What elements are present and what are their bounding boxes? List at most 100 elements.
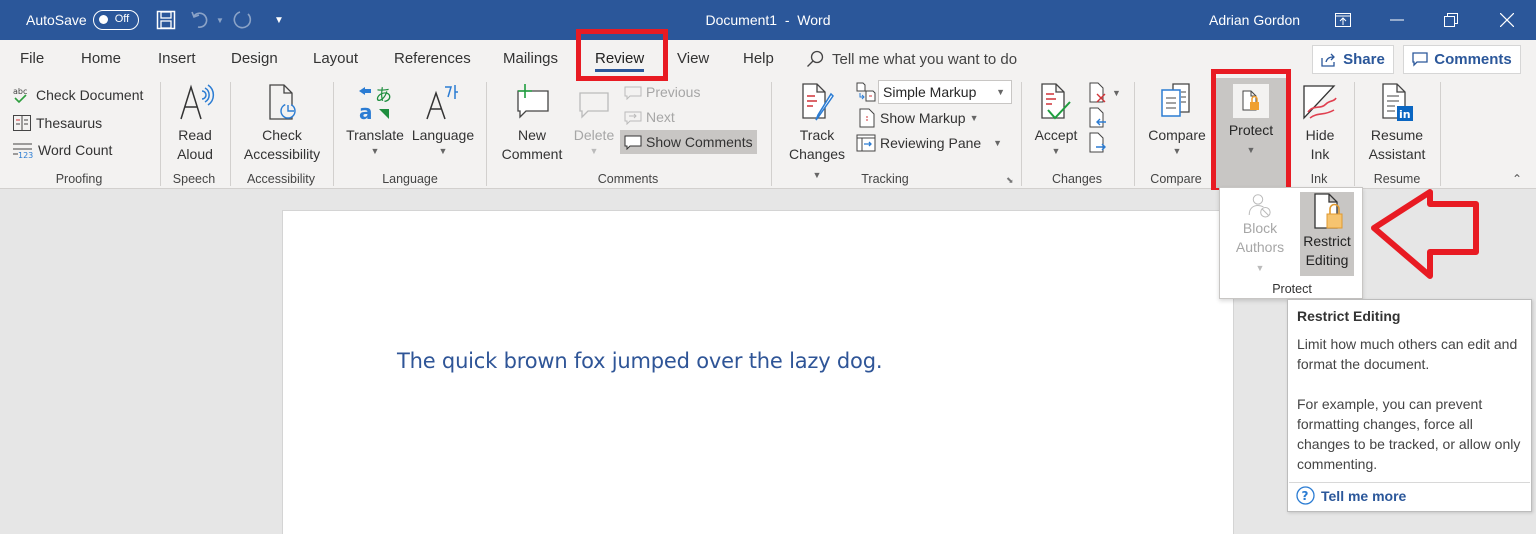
- translate-button[interactable]: aあ Translate ▼: [345, 82, 405, 157]
- group-separator: [230, 82, 231, 186]
- tell-me-placeholder: Tell me what you want to do: [832, 50, 1018, 68]
- block-authors-button[interactable]: Block Authors ▼: [1230, 192, 1290, 276]
- group-separator: [160, 82, 161, 186]
- dropdown-caret-icon: ▼: [1051, 146, 1061, 156]
- dropdown-caret-icon: ▼: [1246, 145, 1256, 155]
- group-separator: [1021, 82, 1022, 186]
- tab-file[interactable]: File: [20, 40, 44, 78]
- tracking-options-launcher-icon[interactable]: ⬊: [1006, 175, 1014, 186]
- next-comment-button[interactable]: Next: [624, 105, 675, 129]
- document-text[interactable]: The quick brown fox jumped over the lazy…: [397, 349, 883, 373]
- dropdown-caret-icon: ▼: [993, 138, 1003, 148]
- check-accessibility-label-1: Check: [262, 127, 302, 143]
- close-icon[interactable]: [1484, 0, 1530, 40]
- group-label-comments: Comments: [597, 172, 659, 186]
- block-authors-label-2: Authors ▼: [1230, 238, 1290, 276]
- autosave-control[interactable]: AutoSave Off: [26, 0, 139, 40]
- show-markup-button[interactable]: Show Markup ▼: [858, 106, 979, 130]
- tab-view[interactable]: View: [677, 40, 709, 78]
- restrict-editing-icon: [1314, 193, 1343, 229]
- collapse-ribbon-icon[interactable]: ⌃: [1512, 172, 1522, 186]
- customize-qat-icon[interactable]: ▼: [274, 0, 284, 40]
- group-label-tracking: Tracking: [861, 172, 909, 186]
- group-separator: [1354, 82, 1355, 186]
- word-count-button[interactable]: 123 Word Count: [12, 138, 112, 162]
- protect-button[interactable]: Protect ▼: [1216, 78, 1286, 189]
- comments-button[interactable]: Comments: [1403, 45, 1521, 74]
- redo-icon[interactable]: [232, 0, 254, 40]
- check-document-button[interactable]: abc Check Document: [12, 83, 143, 107]
- comment-icon: [1412, 52, 1428, 67]
- autosave-toggle[interactable]: Off: [92, 10, 139, 30]
- read-aloud-button[interactable]: Read Aloud: [170, 82, 220, 164]
- compare-button[interactable]: Compare ▼: [1144, 82, 1210, 157]
- resume-label-1: Resume: [1370, 127, 1424, 143]
- tooltip-divider: [1289, 482, 1530, 483]
- tab-layout[interactable]: Layout: [313, 40, 358, 78]
- tab-insert[interactable]: Insert: [158, 40, 196, 78]
- tooltip-body: Limit how much others can edit and forma…: [1297, 334, 1529, 474]
- tooltip-title: Restrict Editing: [1297, 308, 1401, 324]
- thesaurus-icon: [13, 115, 31, 131]
- reject-button[interactable]: ▼: [1088, 82, 1121, 104]
- next-label: Next: [646, 109, 675, 125]
- tell-me-search[interactable]: Tell me what you want to do: [806, 40, 1017, 78]
- tab-help[interactable]: Help: [743, 40, 774, 78]
- markup-display-select[interactable]: Simple Markup ▼: [878, 80, 1012, 104]
- markup-display-value: Simple Markup: [883, 84, 977, 100]
- dropdown-caret-icon: ▼: [969, 113, 979, 123]
- ribbon-display-icon[interactable]: [1320, 0, 1366, 40]
- next-change-button[interactable]: [1088, 132, 1108, 159]
- word-count-icon: 123: [13, 143, 33, 159]
- autosave-label: AutoSave: [26, 12, 87, 28]
- user-name[interactable]: Adrian Gordon: [1209, 0, 1300, 40]
- hide-ink-button[interactable]: Hide Ink: [1298, 82, 1342, 164]
- group-separator: [1134, 82, 1135, 186]
- tab-home[interactable]: Home: [81, 40, 121, 78]
- previous-comment-icon: [624, 86, 642, 100]
- tab-mailings[interactable]: Mailings: [503, 40, 558, 78]
- annotation-arrow-icon: [1371, 189, 1479, 279]
- tooltip-body-paragraph-2: For example, you can prevent formatting …: [1297, 396, 1521, 472]
- check-accessibility-button[interactable]: Check Accessibility: [238, 82, 326, 164]
- reviewing-pane-icon: [856, 134, 876, 152]
- restrict-editing-button[interactable]: Restrict Editing: [1300, 192, 1354, 276]
- resume-assistant-icon: in: [1377, 82, 1417, 124]
- group-separator: [771, 82, 772, 186]
- group-label-resume: Resume: [1373, 172, 1421, 186]
- share-button[interactable]: Share: [1312, 45, 1394, 74]
- show-comments-button[interactable]: Show Comments: [620, 130, 757, 154]
- svg-text:in: in: [1399, 108, 1411, 121]
- delete-comment-button[interactable]: Delete ▼: [570, 82, 618, 157]
- tab-review[interactable]: Review: [595, 40, 645, 78]
- compare-label: Compare: [1148, 127, 1206, 143]
- thesaurus-button[interactable]: Thesaurus: [12, 111, 102, 135]
- previous-comment-button[interactable]: Previous: [624, 80, 700, 104]
- resume-assistant-button[interactable]: in Resume Assistant: [1362, 82, 1432, 164]
- tab-design[interactable]: Design: [231, 40, 278, 78]
- minimize-icon[interactable]: [1374, 0, 1420, 40]
- accept-button[interactable]: Accept ▼: [1030, 82, 1082, 157]
- dropdown-caret-icon: ▼: [370, 146, 380, 156]
- translate-icon: aあ: [355, 82, 395, 124]
- translate-label: Translate: [346, 127, 404, 143]
- new-comment-button[interactable]: New Comment: [500, 82, 564, 164]
- document-page[interactable]: The quick brown fox jumped over the lazy…: [282, 210, 1234, 534]
- dropdown-caret-icon: ▼: [438, 146, 448, 156]
- previous-change-button[interactable]: [1088, 107, 1108, 134]
- tab-references[interactable]: References: [394, 40, 471, 78]
- language-button[interactable]: Language ▼: [410, 82, 476, 157]
- restore-icon[interactable]: [1428, 0, 1474, 40]
- accept-change-icon: [1036, 82, 1076, 124]
- tell-me-more-link[interactable]: ? Tell me more: [1296, 486, 1406, 505]
- reviewing-pane-button[interactable]: Reviewing Pane ▼: [856, 131, 1002, 155]
- group-separator: [486, 82, 487, 186]
- group-label-speech: Speech: [172, 172, 216, 186]
- read-aloud-label-2: Aloud: [177, 146, 213, 162]
- undo-icon[interactable]: ▼: [190, 0, 224, 40]
- track-changes-label-2-text: Changes: [788, 146, 846, 162]
- track-changes-button[interactable]: Track Changes ▼: [784, 82, 850, 183]
- show-markup-label: Show Markup: [880, 110, 966, 126]
- save-icon[interactable]: [156, 0, 176, 40]
- read-aloud-icon: [175, 82, 215, 124]
